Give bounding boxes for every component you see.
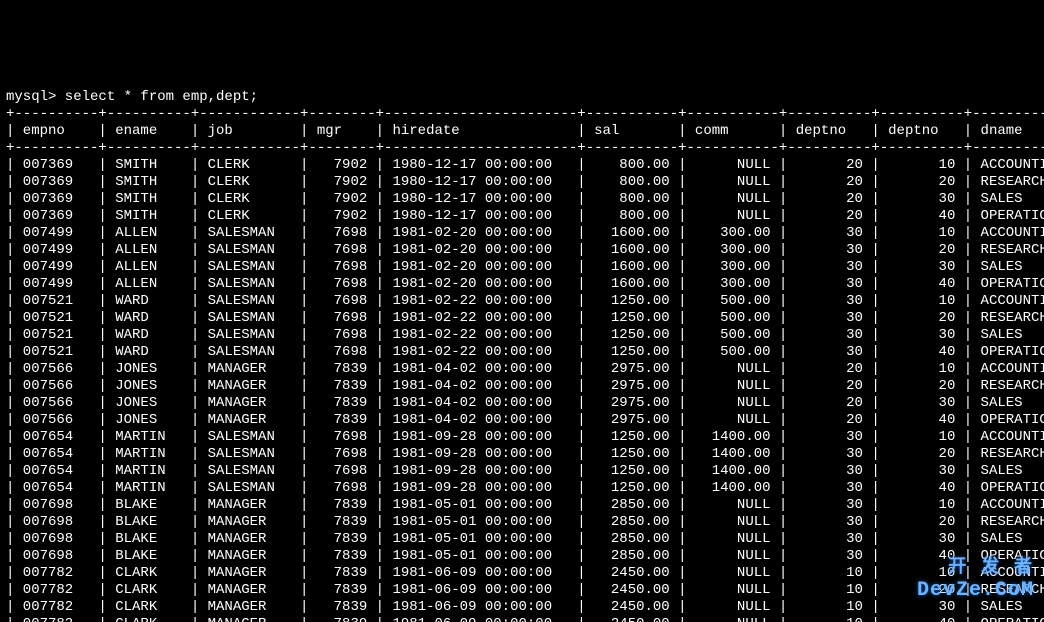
watermark-top: 开 发 者 (948, 560, 1034, 577)
terminal-output: mysql> select * from emp,dept; +--------… (0, 85, 1044, 622)
watermark-bottom: DevZe.CoM (917, 582, 1034, 599)
